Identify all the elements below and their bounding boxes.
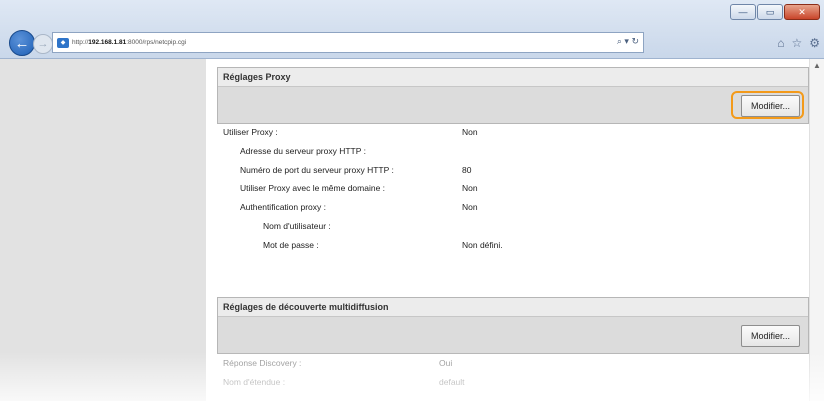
home-icon[interactable]: ⌂: [777, 36, 784, 50]
setting-label: Utiliser Proxy avec le même domaine :: [240, 183, 386, 194]
setting-label: Nom d'utilisateur :: [263, 220, 331, 231]
setting-value: default: [439, 376, 465, 387]
discovery-edit-button[interactable]: Modifier...: [740, 325, 800, 347]
proxy-settings-title: Réglages Proxy: [218, 68, 808, 87]
proxy-settings-toolbar: Modifier...: [218, 87, 808, 123]
setting-value: Non: [462, 183, 478, 194]
url-host: 192.168.1.81: [88, 39, 127, 46]
browser-chrome: — ▭ ✕ ← → ◆ http://192.168.1.81:8000/rps…: [0, 0, 824, 59]
discovery-settings-toolbar: Modifier...: [218, 317, 808, 353]
setting-label: Authentification proxy :: [240, 202, 326, 213]
minimize-button[interactable]: —: [730, 4, 756, 20]
discovery-settings-panel: Réglages de découverte multidiffusion Mo…: [217, 297, 809, 354]
address-bar-icons[interactable]: ⌕ ▾ ↻: [617, 36, 639, 47]
setting-value: Non: [462, 202, 478, 213]
site-favicon-icon: ◆: [57, 37, 69, 48]
setting-value: Non défini.: [462, 239, 503, 250]
proxy-settings-panel: Réglages Proxy Modifier...: [217, 67, 809, 124]
setting-value: Oui: [439, 358, 453, 368]
url-prefix: http://: [72, 39, 89, 46]
settings-gear-icon[interactable]: ⚙: [809, 36, 820, 50]
discovery-settings-title: Réglages de découverte multidiffusion: [218, 298, 808, 317]
url-suffix: :8000/rps/netcpip.cgi: [126, 39, 187, 46]
scroll-up-arrow-icon[interactable]: ▲: [810, 59, 824, 73]
close-button[interactable]: ✕: [784, 4, 820, 20]
favorites-star-icon[interactable]: ☆: [791, 36, 802, 50]
setting-value: Non: [462, 127, 478, 137]
vertical-scrollbar[interactable]: ▲: [809, 59, 824, 401]
forward-arrow-icon[interactable]: →: [33, 34, 53, 54]
browser-tools: ⌂ ☆ ⚙: [777, 36, 820, 50]
proxy-edit-button[interactable]: Modifier...: [740, 95, 800, 117]
left-sidebar: [0, 59, 206, 401]
setting-label: Nom d'étendue :: [223, 376, 286, 387]
setting-label: Réponse Discovery :: [223, 358, 302, 368]
maximize-button[interactable]: ▭: [757, 4, 783, 20]
setting-label: Utiliser Proxy :: [223, 127, 278, 137]
setting-label: Numéro de port du serveur proxy HTTP :: [240, 164, 394, 175]
setting-value: 80: [462, 164, 472, 175]
setting-label: Adresse du serveur proxy HTTP :: [240, 145, 366, 156]
setting-label: Mot de passe :: [263, 239, 319, 250]
back-arrow-icon[interactable]: ←: [9, 30, 35, 56]
window-controls: — ▭ ✕: [730, 4, 820, 20]
address-bar[interactable]: ◆ http://192.168.1.81:8000/rps/netcpip.c…: [52, 32, 644, 53]
